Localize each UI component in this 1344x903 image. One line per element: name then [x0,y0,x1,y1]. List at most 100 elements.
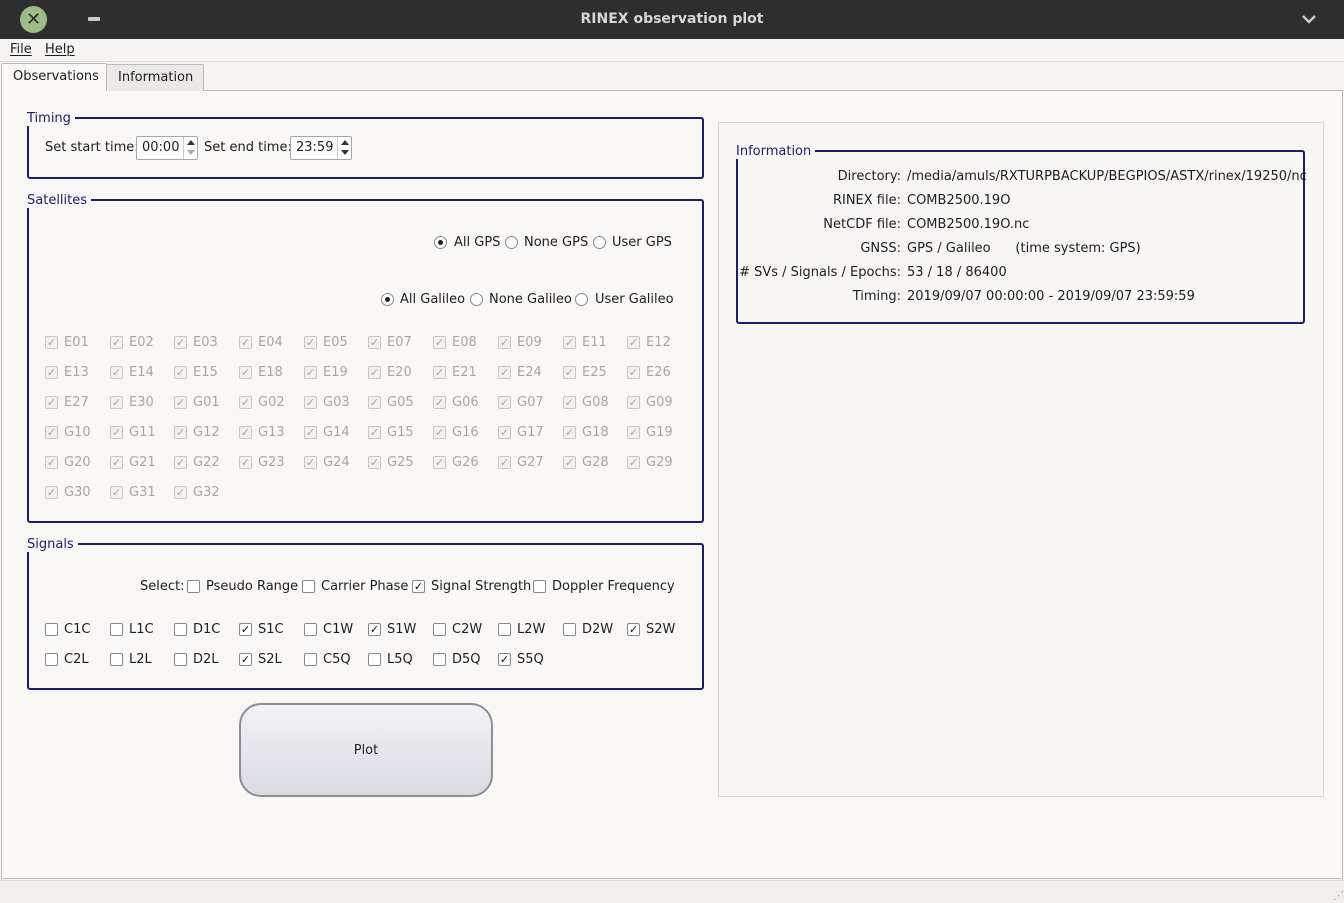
satellite-checkbox-e02[interactable]: ✓ [110,336,123,349]
satellite-checkbox-e26[interactable]: ✓ [627,366,640,379]
satellite-checkbox-g02[interactable]: ✓ [239,396,252,409]
start-time-value[interactable]: 00:00 [142,140,179,155]
signal-label[interactable]: L2L [129,652,152,667]
signal-checkbox-c1w[interactable] [304,623,317,636]
satellite-checkbox-e04[interactable]: ✓ [239,336,252,349]
radio-user-galileo[interactable] [575,293,588,306]
satellite-checkbox-e19[interactable]: ✓ [304,366,317,379]
signal-label[interactable]: C1W [323,622,353,637]
signal-checkbox-s1w[interactable]: ✓ [368,623,381,636]
satellite-checkbox-g31[interactable]: ✓ [110,486,123,499]
signal-checkbox-l2l[interactable] [110,653,123,666]
arrow-up-icon[interactable] [187,140,195,145]
satellite-checkbox-g32[interactable]: ✓ [174,486,187,499]
carrier-phase-label[interactable]: Carrier Phase [321,579,408,594]
signal-label[interactable]: C1C [64,622,90,637]
signal-checkbox-l1c[interactable] [110,623,123,636]
radio-all-galileo[interactable] [381,293,394,306]
satellite-checkbox-g26[interactable]: ✓ [433,456,446,469]
satellite-checkbox-e03[interactable]: ✓ [174,336,187,349]
signal-checkbox-d2l[interactable] [174,653,187,666]
satellite-checkbox-g17[interactable]: ✓ [498,426,511,439]
satellite-checkbox-e15[interactable]: ✓ [174,366,187,379]
size-grip-icon[interactable]: ⋰ [1333,889,1344,902]
satellite-checkbox-e20[interactable]: ✓ [368,366,381,379]
radio-all-gps-label[interactable]: All GPS [454,235,500,250]
satellite-checkbox-g09[interactable]: ✓ [627,396,640,409]
signal-label[interactable]: S2W [646,622,675,637]
satellite-checkbox-g22[interactable]: ✓ [174,456,187,469]
signal-checkbox-d2w[interactable] [563,623,576,636]
signal-checkbox-c5q[interactable] [304,653,317,666]
radio-none-gps[interactable] [505,236,518,249]
signal-checkbox-s5q[interactable]: ✓ [498,653,511,666]
signal-checkbox-s1c[interactable]: ✓ [239,623,252,636]
pseudo-range-label[interactable]: Pseudo Range [206,579,298,594]
end-time-value[interactable]: 23:59 [296,140,333,155]
signal-checkbox-s2l[interactable]: ✓ [239,653,252,666]
signal-checkbox-c2l[interactable] [45,653,58,666]
satellite-checkbox-g19[interactable]: ✓ [627,426,640,439]
satellite-checkbox-g25[interactable]: ✓ [368,456,381,469]
signal-label[interactable]: S5Q [517,652,544,667]
signal-label[interactable]: S2L [258,652,282,667]
radio-all-gps[interactable] [434,236,447,249]
satellite-checkbox-g05[interactable]: ✓ [368,396,381,409]
radio-user-galileo-label[interactable]: User Galileo [595,292,674,307]
satellite-checkbox-g11[interactable]: ✓ [110,426,123,439]
satellite-checkbox-e08[interactable]: ✓ [433,336,446,349]
satellite-checkbox-e21[interactable]: ✓ [433,366,446,379]
signal-strength-label[interactable]: Signal Strength [431,579,531,594]
signal-checkbox-d5q[interactable] [433,653,446,666]
radio-all-galileo-label[interactable]: All Galileo [400,292,465,307]
radio-none-galileo[interactable] [470,293,483,306]
signal-checkbox-d1c[interactable] [174,623,187,636]
checkbox-signal-strength[interactable]: ✓ [412,580,425,593]
satellite-checkbox-e12[interactable]: ✓ [627,336,640,349]
satellite-checkbox-g06[interactable]: ✓ [433,396,446,409]
arrow-down-icon[interactable] [187,150,195,155]
signal-label[interactable]: S1W [387,622,416,637]
signal-checkbox-s2w[interactable]: ✓ [627,623,640,636]
satellite-checkbox-g01[interactable]: ✓ [174,396,187,409]
signal-label[interactable]: D5Q [452,652,481,667]
doppler-frequency-label[interactable]: Doppler Frequency [552,579,675,594]
signal-label[interactable]: C2L [64,652,89,667]
signal-label[interactable]: D2L [193,652,219,667]
checkbox-doppler-frequency[interactable] [533,580,546,593]
signal-label[interactable]: L1C [129,622,154,637]
satellite-checkbox-e11[interactable]: ✓ [563,336,576,349]
signal-label[interactable]: L2W [517,622,545,637]
satellite-checkbox-e05[interactable]: ✓ [304,336,317,349]
satellite-checkbox-g27[interactable]: ✓ [498,456,511,469]
spin-arrows[interactable] [183,137,197,159]
satellite-checkbox-g16[interactable]: ✓ [433,426,446,439]
satellite-checkbox-e09[interactable]: ✓ [498,336,511,349]
radio-none-galileo-label[interactable]: None Galileo [489,292,572,307]
signal-label[interactable]: L5Q [387,652,413,667]
satellite-checkbox-g20[interactable]: ✓ [45,456,58,469]
satellite-checkbox-g07[interactable]: ✓ [498,396,511,409]
satellite-checkbox-g13[interactable]: ✓ [239,426,252,439]
menu-file[interactable]: File [10,42,32,57]
satellite-checkbox-e18[interactable]: ✓ [239,366,252,379]
spin-arrows[interactable] [337,137,351,159]
radio-user-gps-label[interactable]: User GPS [612,235,672,250]
signal-checkbox-c1c[interactable] [45,623,58,636]
end-time-spinbox[interactable]: 23:59 [290,136,352,160]
checkbox-pseudo-range[interactable] [187,580,200,593]
signal-label[interactable]: D2W [582,622,613,637]
radio-none-gps-label[interactable]: None GPS [524,235,588,250]
satellite-checkbox-g24[interactable]: ✓ [304,456,317,469]
satellite-checkbox-e14[interactable]: ✓ [110,366,123,379]
satellite-checkbox-g30[interactable]: ✓ [45,486,58,499]
satellite-checkbox-g21[interactable]: ✓ [110,456,123,469]
satellite-checkbox-g03[interactable]: ✓ [304,396,317,409]
satellite-checkbox-e25[interactable]: ✓ [563,366,576,379]
signal-label[interactable]: C2W [452,622,482,637]
checkbox-carrier-phase[interactable] [302,580,315,593]
tab-observations[interactable]: Observations [1,63,107,91]
menu-help[interactable]: Help [45,42,75,57]
signal-checkbox-l5q[interactable] [368,653,381,666]
satellite-checkbox-g29[interactable]: ✓ [627,456,640,469]
